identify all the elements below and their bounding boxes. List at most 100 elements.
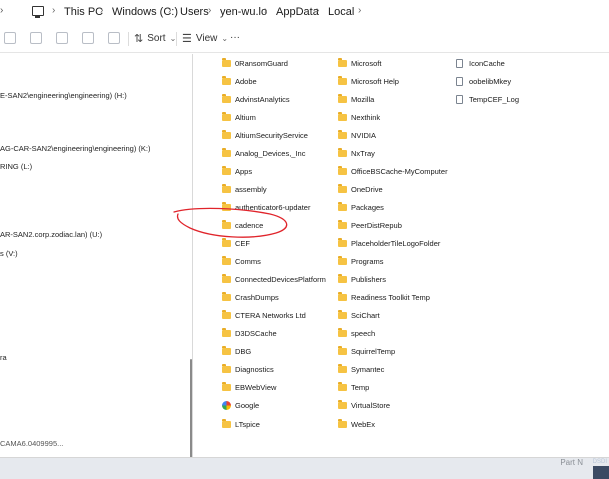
file-item-assembly[interactable]: assembly	[222, 183, 267, 195]
folder-icon	[222, 328, 231, 338]
file-item-iconcache[interactable]: IconCache	[456, 57, 505, 69]
breadcrumb-user-folder[interactable]: yen-wu.lo	[220, 6, 267, 18]
cut-icon[interactable]	[4, 32, 16, 44]
file-item-squirreltemp[interactable]: SquirrelTemp	[338, 346, 395, 358]
share-icon[interactable]	[82, 32, 94, 44]
folder-icon	[222, 256, 231, 266]
breadcrumb-users[interactable]: Users	[180, 6, 209, 18]
folder-icon	[222, 292, 231, 302]
file-item-apps[interactable]: Apps	[222, 165, 252, 177]
file-item-publishers[interactable]: Publishers	[338, 274, 386, 286]
file-item-nvidia[interactable]: NVIDIA	[338, 129, 376, 141]
file-item-webex[interactable]: WebEx	[338, 418, 375, 430]
nav-item-ra[interactable]: ra	[0, 353, 7, 362]
file-item-nexthink[interactable]: Nexthink	[338, 111, 380, 123]
file-name: VirtualStore	[351, 401, 391, 411]
file-item-ctera-networks-ltd[interactable]: CTERA Networks Ltd	[222, 310, 306, 322]
breadcrumb-separator-icon[interactable]: ›	[358, 5, 361, 16]
delete-icon[interactable]	[108, 32, 120, 44]
file-item-onedrive[interactable]: OneDrive	[338, 183, 383, 195]
file-item-mozilla[interactable]: Mozilla	[338, 93, 374, 105]
file-item-symantec[interactable]: Symantec	[338, 364, 384, 376]
breadcrumb-separator-icon[interactable]: ›	[208, 5, 211, 16]
breadcrumb-this-pc[interactable]: This PC	[64, 6, 103, 18]
file-name: assembly	[235, 184, 267, 194]
file-name: DBG	[235, 347, 252, 357]
file-item-officebscache-mycomputer[interactable]: OfficeBSCache-MyComputer	[338, 165, 448, 177]
file-item-altium[interactable]: Altium	[222, 111, 256, 123]
file-item-connecteddevicesplatform[interactable]: ConnectedDevicesPlatform	[222, 274, 326, 286]
file-item-authenticator6-updater[interactable]: authenticator6-updater	[222, 201, 310, 213]
file-item-temp[interactable]: Temp	[338, 382, 369, 394]
folder-icon	[338, 219, 347, 229]
nav-item-partial[interactable]: CAMA6.0409995...	[0, 439, 63, 448]
file-item-microsoft[interactable]: Microsoft	[338, 57, 381, 69]
file-item-oobelibmkey[interactable]: oobelibMkey	[456, 75, 511, 87]
file-item-placeholdertilelogofolder[interactable]: PlaceholderTileLogoFolder	[338, 238, 440, 250]
file-item-peerdistrepub[interactable]: PeerDistRepub	[338, 219, 402, 231]
view-button[interactable]: ☰ View ⌄	[182, 32, 228, 45]
file-name: cadence	[235, 220, 264, 230]
breadcrumb-separator-icon[interactable]: ›	[52, 5, 55, 16]
file-item-scichart[interactable]: SciChart	[338, 310, 380, 322]
chevron-left-icon[interactable]: ›	[0, 5, 3, 16]
sort-button[interactable]: ⇅ Sort ⌄	[134, 32, 176, 45]
file-item-readiness-toolkit-temp[interactable]: Readiness Toolkit Temp	[338, 292, 430, 304]
file-item-microsoft-help[interactable]: Microsoft Help	[338, 75, 399, 87]
file-item-google[interactable]: Google	[222, 400, 259, 412]
file-item-comms[interactable]: Comms	[222, 256, 261, 268]
file-item-adobe[interactable]: Adobe	[222, 75, 257, 87]
file-item-0ransomguard[interactable]: 0RansomGuard	[222, 57, 288, 69]
file-name: CrashDumps	[235, 293, 279, 303]
file-name: authenticator6-updater	[235, 202, 311, 212]
folder-icon	[222, 418, 231, 428]
breadcrumb-separator-icon[interactable]: ›	[100, 5, 103, 16]
breadcrumb-separator-icon[interactable]: ›	[168, 5, 171, 16]
more-options-button[interactable]: ···	[230, 32, 240, 43]
nav-item-drive-k[interactable]: AG-CAR-SAN2\engineering\engineering) (K:…	[0, 144, 151, 153]
nav-item-drive-u[interactable]: AR-SAN2.corp.zodiac.lan) (U:)	[0, 230, 102, 239]
file-item-ebwebview[interactable]: EBWebView	[222, 382, 276, 394]
file-item-cef[interactable]: CEF	[222, 238, 250, 250]
file-item-virtualstore[interactable]: VirtualStore	[338, 400, 390, 412]
folder-icon	[222, 238, 231, 247]
nav-scrollbar[interactable]	[190, 359, 192, 457]
breadcrumb-separator-icon[interactable]: ›	[316, 5, 319, 16]
nav-item-drive-h[interactable]: E-SAN2\engineering\engineering) (H:)	[0, 91, 127, 100]
navigation-pane: E-SAN2\engineering\engineering) (H:) AG-…	[0, 54, 193, 457]
file-item-cadence[interactable]: cadence	[222, 219, 263, 231]
file-item-d3dscache[interactable]: D3DSCache	[222, 328, 277, 340]
file-item-ltspice[interactable]: LTspice	[222, 418, 260, 430]
breadcrumb-appdata[interactable]: AppData	[276, 6, 319, 18]
file-item-programs[interactable]: Programs	[338, 256, 384, 268]
google-icon	[222, 401, 231, 411]
file-item-packages[interactable]: Packages	[338, 201, 384, 213]
address-bar[interactable]: › › This PC › Windows (C:) › Users › yen…	[0, 0, 609, 24]
nav-item-drive-l[interactable]: RING (L:)	[0, 162, 32, 171]
breadcrumb-separator-icon[interactable]: ›	[264, 5, 267, 16]
file-item-nxtray[interactable]: NxTray	[338, 147, 375, 159]
file-name: Microsoft	[351, 58, 382, 68]
breadcrumb-local[interactable]: Local	[328, 6, 354, 18]
file-item-crashdumps[interactable]: CrashDumps	[222, 292, 279, 304]
copy-icon[interactable]	[30, 32, 42, 44]
file-item-dbg[interactable]: DBG	[222, 346, 251, 358]
folder-icon	[338, 238, 347, 247]
more-label: ···	[230, 32, 240, 43]
file-item-tempcef-log[interactable]: TempCEF_Log	[456, 93, 519, 105]
file-item-diagnostics[interactable]: Diagnostics	[222, 364, 274, 376]
file-name: Microsoft Help	[351, 76, 399, 86]
nav-item-drive-v[interactable]: s (V:)	[0, 249, 18, 258]
file-name: ConnectedDevicesPlatform	[235, 275, 326, 285]
file-name: EBWebView	[235, 383, 277, 393]
file-item-analog-devices-inc[interactable]: Analog_Devices,_Inc	[222, 147, 305, 159]
file-name: IconCache	[469, 58, 505, 68]
folder-icon	[222, 75, 231, 85]
file-item-altiumsecurityservice[interactable]: AltiumSecurityService	[222, 129, 308, 141]
file-name: Diagnostics	[235, 365, 274, 375]
paste-icon[interactable]	[56, 32, 68, 44]
folder-icon	[338, 274, 347, 284]
folder-icon	[222, 364, 231, 374]
file-item-speech[interactable]: speech	[338, 328, 375, 340]
file-item-advinstanalytics[interactable]: AdvinstAnalytics	[222, 93, 290, 105]
